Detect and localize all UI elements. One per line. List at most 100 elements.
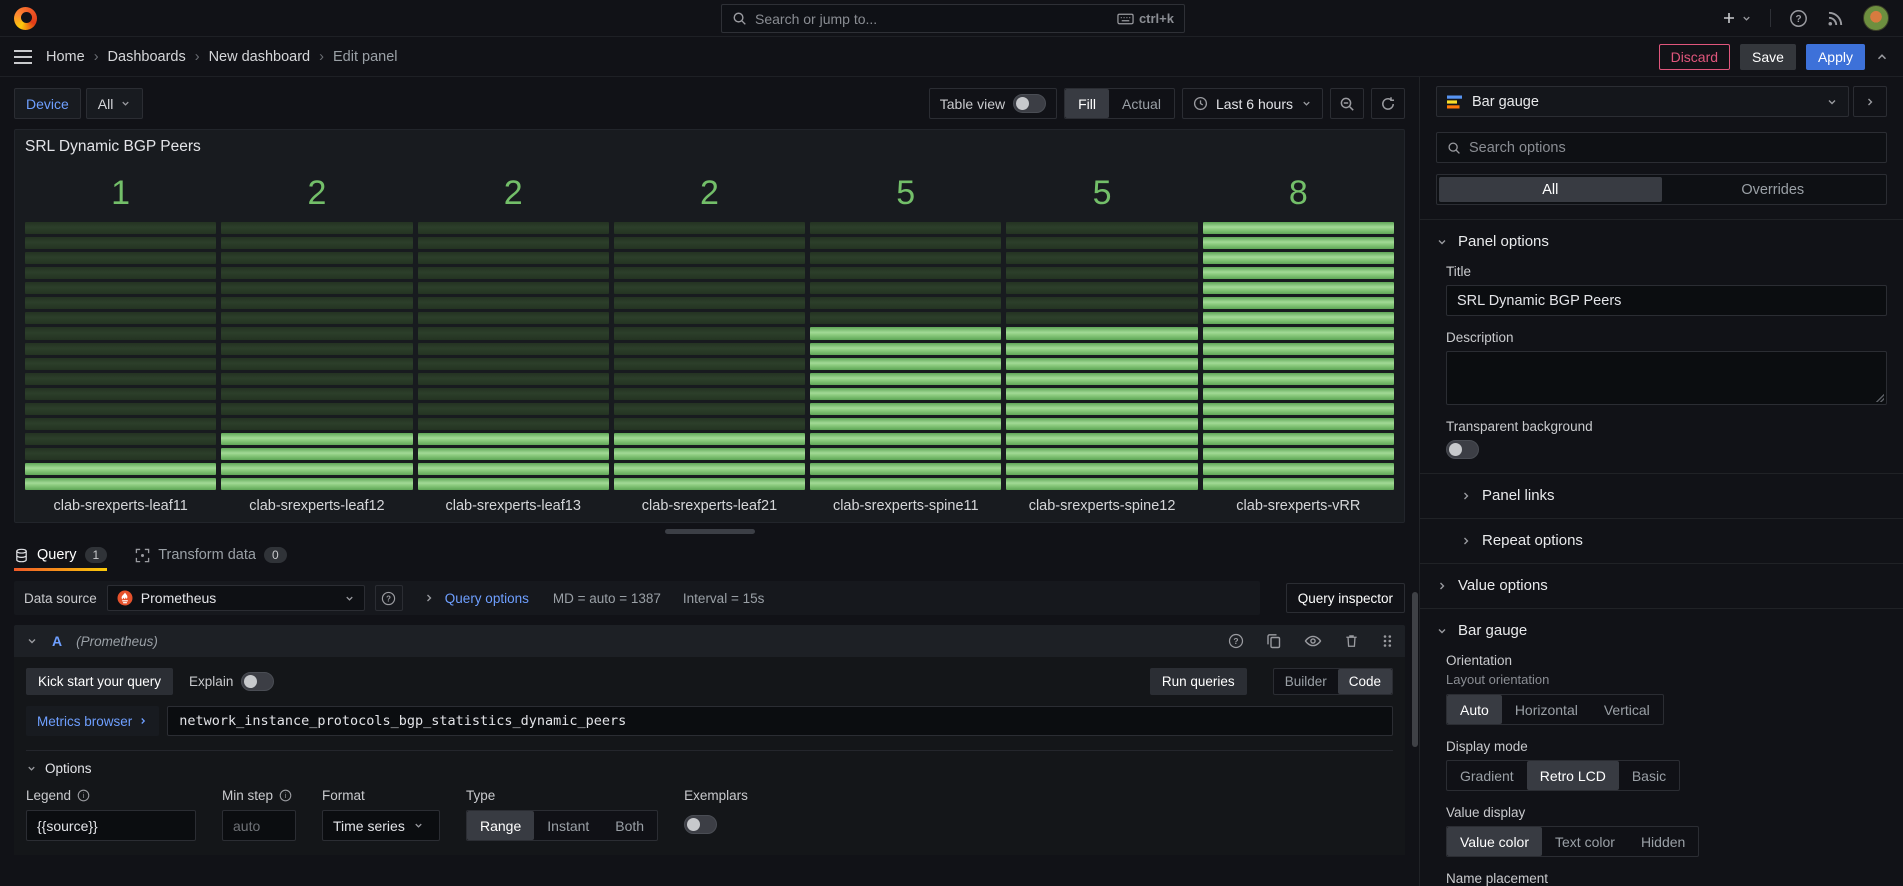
lcd-cell <box>25 267 216 279</box>
bar-gauge-value: 2 <box>221 174 412 213</box>
lcd-cell <box>1006 433 1197 445</box>
section-value-options[interactable]: Value options <box>1436 577 1887 594</box>
drag-handle-icon[interactable] <box>1381 633 1393 649</box>
filter-tab-all[interactable]: All <box>1439 177 1662 202</box>
user-avatar[interactable] <box>1863 5 1889 31</box>
exemplars-toggle[interactable] <box>684 815 717 834</box>
max-data-points-stat: MD = auto = 1387 <box>553 591 661 606</box>
option-value-color[interactable]: Value color <box>1447 827 1542 856</box>
scrollbar-thumb[interactable] <box>1412 592 1418 747</box>
query-inspector-button[interactable]: Query inspector <box>1286 583 1405 613</box>
query-type-switch: RangeInstantBoth <box>466 810 658 841</box>
datasource-help-button[interactable]: ? <box>375 585 403 611</box>
variable-device-value[interactable]: All <box>86 88 144 119</box>
panel-title-input[interactable]: SRL Dynamic BGP Peers <box>1446 285 1887 316</box>
global-search[interactable]: Search or jump to... ctrl+k <box>721 4 1185 33</box>
save-button[interactable]: Save <box>1740 44 1796 70</box>
filter-tab-overrides[interactable]: Overrides <box>1662 177 1885 202</box>
chevron-right-icon <box>1436 580 1448 592</box>
tab-transform-data[interactable]: Transform data 0 <box>135 547 286 571</box>
breadcrumb-item[interactable]: Home <box>46 49 85 65</box>
query-row-header[interactable]: A (Prometheus) ? <box>14 625 1405 657</box>
option-horizontal[interactable]: Horizontal <box>1502 695 1591 724</box>
apply-button[interactable]: Apply <box>1806 44 1865 70</box>
lcd-cell <box>418 418 609 430</box>
grafana-logo[interactable] <box>14 7 37 30</box>
kick-start-query-button[interactable]: Kick start your query <box>26 668 173 695</box>
add-button[interactable] <box>1721 10 1752 26</box>
delete-query-icon[interactable] <box>1344 633 1359 649</box>
transparent-background-toggle[interactable] <box>1446 440 1479 459</box>
breadcrumb: Home›Dashboards›New dashboard›Edit panel <box>46 49 397 65</box>
option-instant[interactable]: Instant <box>534 811 602 840</box>
bar-gauge-value: 5 <box>810 174 1001 213</box>
refresh-button[interactable] <box>1371 88 1405 119</box>
option-builder[interactable]: Builder <box>1274 669 1338 694</box>
option-range[interactable]: Range <box>467 811 534 840</box>
prometheus-icon <box>117 590 133 606</box>
lcd-cell <box>418 358 609 370</box>
lcd-cell <box>810 222 1001 234</box>
discard-button[interactable]: Discard <box>1659 44 1730 70</box>
panel-title[interactable]: SRL Dynamic BGP Peers <box>25 138 1394 164</box>
query-help-icon[interactable]: ? <box>1228 633 1244 649</box>
zoom-out-button[interactable] <box>1330 88 1364 119</box>
lcd-cell <box>1203 373 1394 385</box>
option-retro-lcd[interactable]: Retro LCD <box>1527 761 1619 790</box>
section-panel-options[interactable]: Panel options <box>1436 233 1887 250</box>
legend-input[interactable]: {{source}} <box>26 810 196 841</box>
metrics-browser-button[interactable]: Metrics browser <box>26 706 159 736</box>
min-step-input[interactable]: auto <box>222 810 296 841</box>
lcd-cell <box>221 343 412 355</box>
news-rss-icon[interactable] <box>1826 9 1845 28</box>
breadcrumb-item[interactable]: Dashboards <box>108 49 186 65</box>
visualization-picker[interactable]: Bar gauge <box>1436 86 1849 117</box>
help-icon[interactable]: ? <box>1789 9 1808 28</box>
explain-toggle[interactable] <box>241 672 274 691</box>
format-select[interactable]: Time series <box>322 810 440 841</box>
lcd-cell <box>25 373 216 385</box>
section-bar-gauge[interactable]: Bar gauge <box>1436 622 1887 639</box>
duplicate-query-icon[interactable] <box>1266 633 1282 649</box>
option-code[interactable]: Code <box>1338 669 1392 694</box>
section-repeat-options[interactable]: Repeat options <box>1460 532 1887 549</box>
options-collapse[interactable]: Options <box>26 761 1393 776</box>
lcd-cell <box>614 463 805 475</box>
query-expression-input[interactable]: network_instance_protocols_bgp_statistic… <box>167 706 1393 736</box>
section-panel-links[interactable]: Panel links <box>1460 487 1887 504</box>
menu-icon[interactable] <box>14 50 32 64</box>
transparent-background-label: Transparent background <box>1446 419 1887 434</box>
variable-device[interactable]: Device <box>14 88 81 119</box>
panel-description-input[interactable] <box>1446 351 1887 405</box>
breadcrumb-item[interactable]: New dashboard <box>209 49 311 65</box>
search-shortcut: ctrl+k <box>1117 11 1174 26</box>
time-range-picker[interactable]: Last 6 hours <box>1182 88 1323 119</box>
option-both[interactable]: Both <box>602 811 657 840</box>
chevron-down-icon[interactable] <box>26 635 38 647</box>
panel-resize-handle[interactable] <box>665 529 755 534</box>
lcd-cell <box>1006 403 1197 415</box>
chevron-right-icon[interactable] <box>423 592 435 604</box>
option-hidden[interactable]: Hidden <box>1628 827 1698 856</box>
option-vertical[interactable]: Vertical <box>1591 695 1663 724</box>
collapse-options-pane-button[interactable] <box>1853 86 1887 117</box>
lcd-cell <box>614 297 805 309</box>
option-fill[interactable]: Fill <box>1065 89 1109 118</box>
search-options-input[interactable]: Search options <box>1436 132 1887 163</box>
hide-query-icon[interactable] <box>1304 633 1322 649</box>
datasource-picker[interactable]: Prometheus <box>107 585 365 611</box>
chevron-up-icon[interactable] <box>1875 50 1889 64</box>
tab-query[interactable]: Query 1 <box>14 547 107 571</box>
option-text-color[interactable]: Text color <box>1542 827 1628 856</box>
option-gradient[interactable]: Gradient <box>1447 761 1527 790</box>
chevron-down-icon <box>1741 13 1752 24</box>
option-basic[interactable]: Basic <box>1619 761 1679 790</box>
option-actual[interactable]: Actual <box>1109 89 1174 118</box>
lcd-cell <box>810 448 1001 460</box>
option-auto[interactable]: Auto <box>1447 695 1502 724</box>
lcd-cell <box>418 433 609 445</box>
run-queries-button[interactable]: Run queries <box>1150 668 1247 695</box>
query-options-link[interactable]: Query options <box>445 591 529 606</box>
table-view-toggle[interactable] <box>1013 94 1046 113</box>
lcd-cell <box>25 448 216 460</box>
